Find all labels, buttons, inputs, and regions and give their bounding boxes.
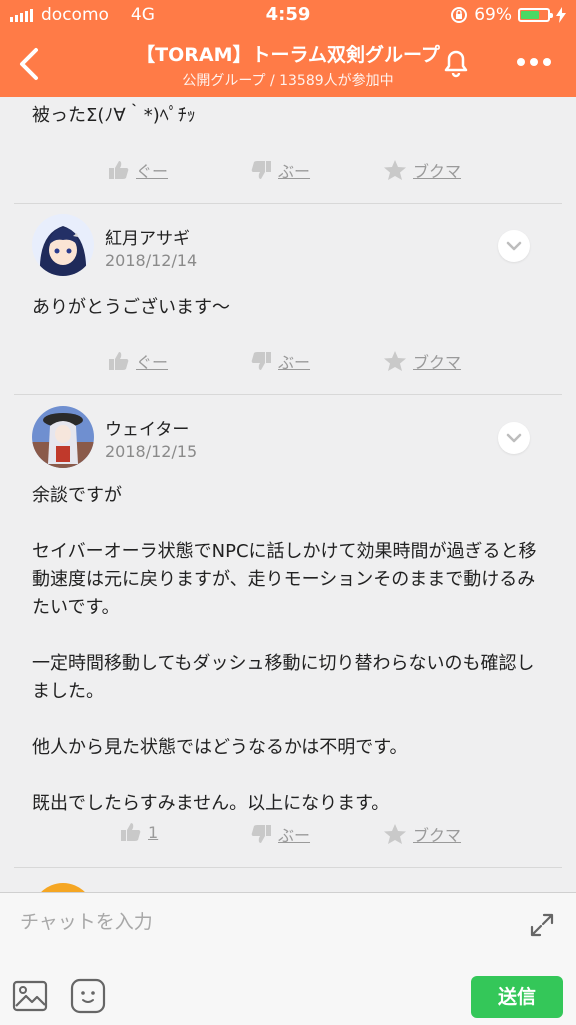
- post-text: ありがとうございます〜: [32, 297, 230, 318]
- post-menu-button[interactable]: [498, 230, 530, 262]
- notification-bell-icon[interactable]: [438, 44, 474, 80]
- avatar[interactable]: [32, 883, 94, 892]
- status-bar: docomo 4G 4:59 69%: [0, 0, 576, 30]
- chat-composer: チャットを入力 送信: [0, 892, 576, 1025]
- more-options-icon[interactable]: [514, 52, 554, 72]
- battery-percent: 69%: [474, 5, 512, 25]
- dislike-button[interactable]: ぶー: [250, 822, 310, 846]
- dislike-button[interactable]: ぶー: [250, 349, 310, 373]
- author-name[interactable]: ウェイター: [105, 415, 189, 440]
- post-actions: ぐー ぶー ブクマ: [0, 158, 576, 188]
- battery-icon: [518, 8, 553, 22]
- like-count: 1: [148, 822, 159, 842]
- expand-icon[interactable]: [528, 911, 556, 939]
- orientation-lock-icon: [451, 7, 468, 23]
- bookmark-button[interactable]: ブクマ: [383, 349, 461, 373]
- bookmark-button[interactable]: ブクマ: [383, 822, 461, 846]
- post-text: 余談ですが セイバーオーラ状態でNPCに話しかけて効果時間が過ぎると移動速度は元…: [32, 485, 537, 814]
- thumbs-down-icon: [251, 825, 271, 843]
- post-text: 被ったΣ(ﾉ∀｀*)ﾍﾟﾁｯ: [32, 105, 196, 126]
- divider: [14, 867, 562, 868]
- author-name[interactable]: 紅月アサギ: [105, 224, 190, 249]
- star-icon: [384, 824, 406, 844]
- post-item: 被ったΣ(ﾉ∀｀*)ﾍﾟﾁｯ: [0, 102, 576, 130]
- star-icon: [384, 160, 406, 180]
- bookmark-button[interactable]: ブクマ: [383, 158, 461, 182]
- thumbs-up-icon: [109, 352, 129, 370]
- post-date: 2018/12/14: [105, 251, 198, 270]
- chat-input[interactable]: チャットを入力: [20, 907, 153, 934]
- post-item: 余談ですが セイバーオーラ状態でNPCに話しかけて効果時間が過ぎると移動速度は元…: [0, 482, 576, 818]
- top-bar: docomo 4G 4:59 69% 【TORAM】トーラム双剣グループ 公開グ…: [0, 0, 576, 97]
- image-icon[interactable]: [12, 980, 48, 1012]
- thumbs-up-icon: [121, 823, 141, 841]
- divider: [14, 394, 562, 395]
- sticker-icon[interactable]: [70, 978, 106, 1014]
- dislike-button[interactable]: ぶー: [250, 158, 310, 182]
- post-menu-button[interactable]: [498, 422, 530, 454]
- chevron-down-icon: [506, 241, 522, 251]
- thumbs-down-icon: [251, 352, 271, 370]
- divider: [14, 203, 562, 204]
- like-button[interactable]: 1: [120, 822, 158, 842]
- charging-icon: [556, 7, 566, 23]
- like-button[interactable]: ぐー: [108, 349, 168, 373]
- star-icon: [384, 351, 406, 371]
- post-date: 2018/12/15: [105, 442, 198, 461]
- post-actions: 1 ぶー ブクマ: [0, 822, 576, 852]
- thumbs-up-icon: [109, 161, 129, 179]
- chevron-down-icon: [506, 433, 522, 443]
- avatar[interactable]: [32, 214, 94, 276]
- send-button[interactable]: 送信: [471, 976, 563, 1018]
- like-button[interactable]: ぐー: [108, 158, 168, 182]
- post-item: ありがとうございます〜: [0, 294, 576, 322]
- avatar[interactable]: [32, 406, 94, 468]
- back-arrow-icon[interactable]: [12, 44, 46, 84]
- chat-feed[interactable]: 被ったΣ(ﾉ∀｀*)ﾍﾟﾁｯ ぐー ぶー ブクマ 紅月アサギ 2018/12/1…: [0, 97, 576, 892]
- thumbs-down-icon: [251, 161, 271, 179]
- post-actions: ぐー ぶー ブクマ: [0, 349, 576, 379]
